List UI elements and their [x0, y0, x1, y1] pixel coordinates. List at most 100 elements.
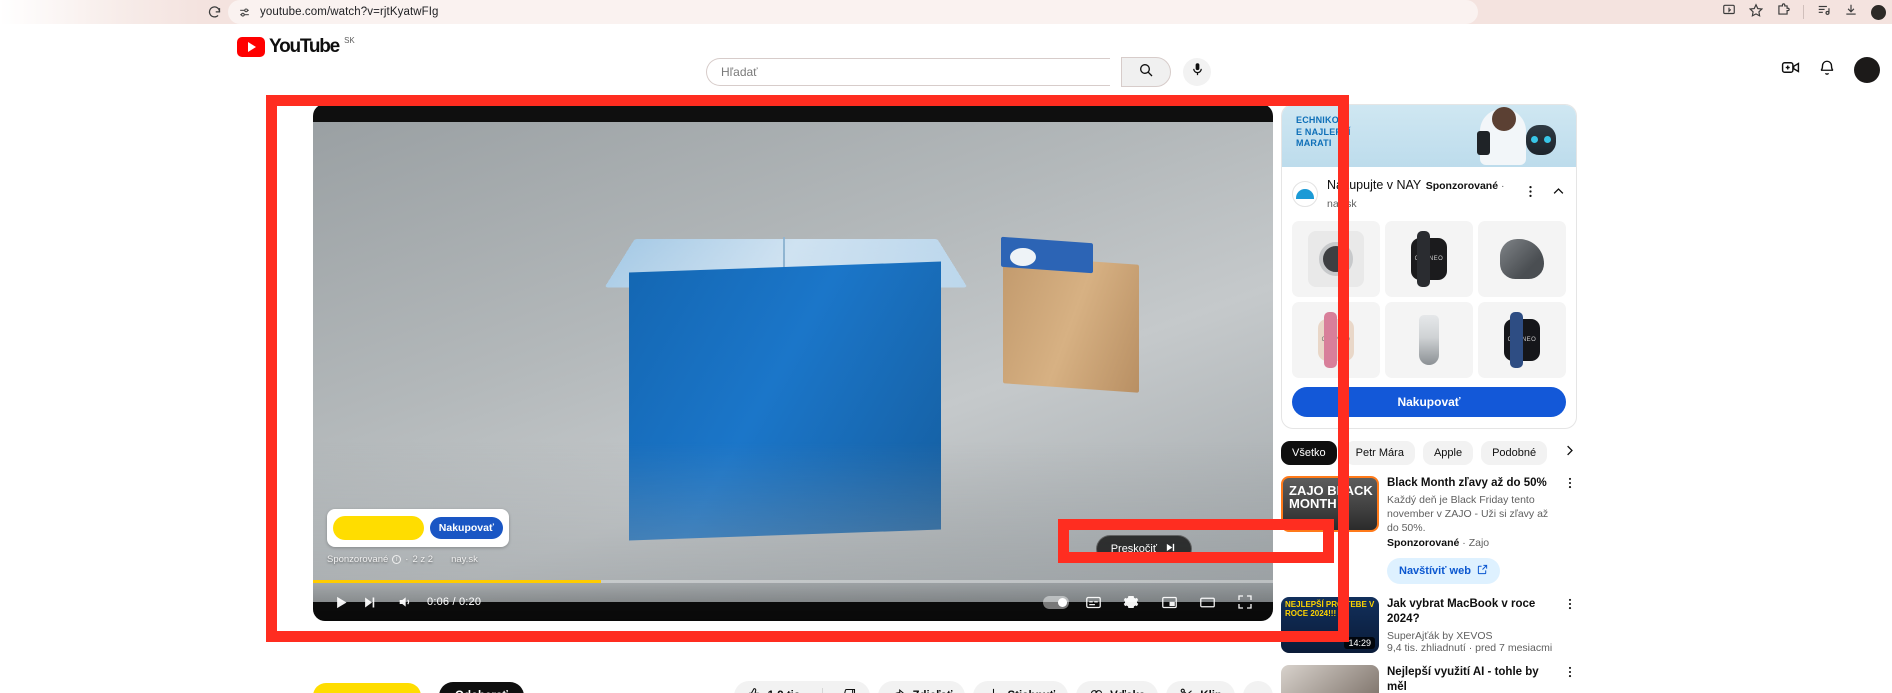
- bookmark-star-icon[interactable]: [1748, 2, 1764, 22]
- extensions-icon[interactable]: [1776, 2, 1790, 22]
- more-vertical-icon[interactable]: [1523, 184, 1538, 204]
- thumbnail-text: NEJLEPŠÍ PRO TEBE V ROCE 2024!!!: [1285, 600, 1375, 618]
- gear-icon[interactable]: [1117, 588, 1145, 616]
- recommendation-channel[interactable]: SuperAjťák by XEVOS: [1387, 630, 1559, 642]
- youtube-page: YouTube SK Hľadať Nakupovať Sponzorované…: [0, 24, 1892, 693]
- visit-website-button[interactable]: Navštíviť web: [1387, 558, 1500, 584]
- ad-buy-button[interactable]: Nakupovať: [429, 517, 503, 539]
- list-item[interactable]: ZAJO BLACK MONTH Black Month zľavy až do…: [1281, 476, 1577, 584]
- product-tile[interactable]: CARNEO: [1478, 302, 1566, 378]
- search-button[interactable]: [1121, 57, 1171, 87]
- recommendation-body: Jak vybrat MacBook v roce 2024? SuperAjť…: [1387, 597, 1577, 654]
- time-display: 0:06 / 0:20: [427, 596, 482, 608]
- microphone-icon: [1190, 62, 1205, 82]
- ad-banner-robot-graphic: [1526, 125, 1556, 155]
- product-tile[interactable]: [1292, 221, 1380, 297]
- dislike-button[interactable]: [829, 681, 870, 693]
- advertiser-domain[interactable]: nay.sk: [1327, 198, 1357, 210]
- reload-icon[interactable]: [205, 3, 223, 21]
- subtitles-icon[interactable]: [1079, 588, 1107, 616]
- recommendation-title[interactable]: Nejlepší využití AI - tohle by měl: [1387, 665, 1559, 693]
- skip-ad-button[interactable]: Preskočiť: [1095, 535, 1192, 563]
- ad-shop-button[interactable]: Nakupovať: [1292, 387, 1566, 417]
- chip-podobne[interactable]: Podobné: [1481, 441, 1548, 465]
- recommendation-thumbnail[interactable]: NEJLEPŠÍ PRO TEBE V ROCE 2024!!! 14:29: [1281, 597, 1379, 653]
- clip-button[interactable]: Klip: [1166, 681, 1235, 693]
- share-button[interactable]: Zdieľať: [878, 681, 966, 693]
- more-vertical-icon[interactable]: [1563, 597, 1577, 616]
- sidebar-ad-panel[interactable]: ECHNIKOU E NAJLEPŠÍ MARATI Nakupujte v N…: [1281, 104, 1577, 429]
- install-icon[interactable]: [1722, 3, 1736, 22]
- list-item[interactable]: NEJLEPŠÍ PRO TEBE V ROCE 2024!!! 14:29 J…: [1281, 597, 1577, 654]
- volume-icon[interactable]: [391, 588, 419, 616]
- account-avatar[interactable]: [1854, 57, 1880, 83]
- thumbs-down-icon: [842, 687, 857, 693]
- recommendation-title[interactable]: Jak vybrat MacBook v roce 2024?: [1387, 597, 1559, 627]
- autoplay-knob: [1058, 597, 1067, 607]
- bell-icon[interactable]: [1818, 59, 1836, 82]
- search-input[interactable]: Hľadať: [706, 58, 1110, 86]
- voice-search-button[interactable]: [1183, 58, 1211, 86]
- like-button[interactable]: 1,9 tis.: [734, 681, 817, 693]
- address-bar[interactable]: youtube.com/watch?v=rjtKyatwFIg: [228, 0, 1478, 24]
- tune-icon[interactable]: [236, 4, 252, 20]
- recommendation-stats: 9,4 tis. zhliadnutí · pred 7 mesiacmi: [1387, 642, 1553, 654]
- chip-petr-mara[interactable]: Petr Mára: [1344, 441, 1415, 465]
- autoplay-toggle[interactable]: [1043, 595, 1069, 609]
- reading-list-icon[interactable]: [1817, 3, 1831, 22]
- fullscreen-icon[interactable]: [1231, 588, 1259, 616]
- subscribe-button[interactable]: Odoberať: [439, 682, 524, 693]
- recommendation-thumbnail[interactable]: [1281, 665, 1379, 693]
- product-tile[interactable]: [1385, 302, 1473, 378]
- ad-panel-controls: [1523, 184, 1566, 204]
- cardboard-box-graphic: [1003, 255, 1139, 393]
- product-tile[interactable]: [1478, 221, 1566, 297]
- youtube-logo[interactable]: YouTube SK: [237, 36, 355, 57]
- profile-avatar-icon[interactable]: [1871, 4, 1886, 20]
- chevron-up-icon[interactable]: [1551, 184, 1566, 204]
- chip-apple[interactable]: Apple: [1422, 441, 1474, 465]
- product-tile[interactable]: CARNEO: [1292, 302, 1380, 378]
- toolbar-divider: [1803, 5, 1804, 19]
- product-tile[interactable]: CARNEO: [1385, 221, 1473, 297]
- more-horizontal-icon: [1250, 687, 1266, 693]
- chip-vsetko[interactable]: Všetko: [1281, 441, 1337, 465]
- video-meta-row: Odoberať 1,9 tis.: [313, 678, 1273, 693]
- miniplayer-icon[interactable]: [1155, 588, 1183, 616]
- recommendation-title[interactable]: Black Month zľavy až do 50%: [1387, 476, 1559, 491]
- ad-overlay-meta: Sponzorované i · 2 z 2 nay.sk: [327, 554, 478, 565]
- recommendation-body: Nejlepší využití AI - tohle by měl: [1387, 665, 1577, 693]
- chevron-right-icon[interactable]: [1562, 443, 1577, 463]
- recommendation-sponsored-label: Sponzorované: [1387, 537, 1460, 549]
- more-vertical-icon[interactable]: [1563, 665, 1577, 684]
- thanks-button[interactable]: $ Vďaka: [1076, 681, 1159, 693]
- create-video-icon[interactable]: [1781, 58, 1800, 82]
- video-player[interactable]: Nakupovať Sponzorované i · 2 z 2 nay.sk …: [313, 104, 1273, 621]
- thumbs-up-icon: [747, 687, 762, 693]
- country-code-label: SK: [344, 36, 355, 45]
- downloads-icon[interactable]: [1844, 3, 1858, 22]
- list-item[interactable]: Nejlepší využití AI - tohle by měl: [1281, 665, 1577, 693]
- ad-domain[interactable]: nay.sk: [451, 554, 478, 565]
- ad-sponsored-label: Sponzorované: [327, 554, 389, 565]
- channel-name-redaction: [313, 683, 421, 693]
- scissors-icon: [1179, 687, 1194, 693]
- download-button[interactable]: Stiahnuť: [973, 681, 1069, 693]
- info-icon[interactable]: i: [392, 555, 402, 564]
- theater-mode-icon[interactable]: [1193, 588, 1221, 616]
- recommendation-thumbnail[interactable]: ZAJO BLACK MONTH: [1281, 476, 1379, 532]
- sep-dot: ·: [1462, 537, 1466, 549]
- more-vertical-icon[interactable]: [1563, 476, 1577, 495]
- secondary-column: ECHNIKOU E NAJLEPŠÍ MARATI Nakupujte v N…: [1281, 104, 1577, 693]
- washing-machine-icon: [1308, 231, 1364, 287]
- play-icon[interactable]: [327, 588, 355, 616]
- ad-banner-text: ECHNIKOU E NAJLEPŠÍ MARATI: [1296, 115, 1351, 150]
- header-actions: [1781, 57, 1880, 83]
- watch-strap: [1510, 312, 1523, 368]
- next-video-icon[interactable]: [355, 588, 383, 616]
- ad-banner-image[interactable]: ECHNIKOU E NAJLEPŠÍ MARATI: [1282, 105, 1576, 167]
- ad-overlay-card[interactable]: Nakupovať: [327, 509, 509, 547]
- robot-eye-right: [1544, 136, 1551, 143]
- video-action-bar: 1,9 tis. Zdieľať: [733, 681, 1273, 693]
- more-actions-button[interactable]: [1243, 681, 1273, 693]
